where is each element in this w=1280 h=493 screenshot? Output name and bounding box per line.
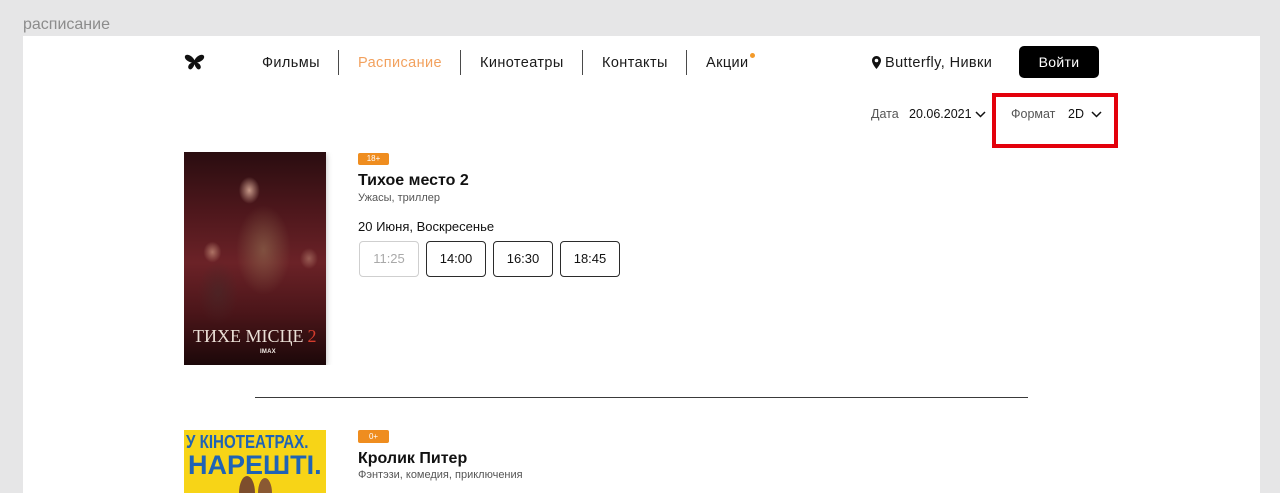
nav-item-cinemas[interactable]: Кинотеатры (480, 44, 564, 82)
movie-card: У КІНОТЕАТРАХ. НАРЕШТІ. 0+ Кролик Питер … (184, 430, 1028, 493)
page: расписание Фильмы Расписание Кинотеатры … (0, 0, 1280, 493)
site-header: Фильмы Расписание Кинотеатры Контакты Ак… (180, 44, 1104, 82)
nav-item-label: Акции (706, 55, 749, 71)
movie-genres: Фэнтэзи, комедия, приключения (358, 469, 523, 481)
butterfly-icon[interactable] (184, 54, 205, 71)
nav-item-label: Фильмы (262, 55, 320, 71)
nav-item-schedule[interactable]: Расписание (358, 44, 442, 82)
movie-card: ТИХЕ МІСЦЕ 2 IMAX 18+ Тихое место 2 Ужасы… (184, 152, 1028, 365)
session-button: 11:25 (359, 241, 419, 277)
map-pin-icon (872, 56, 881, 69)
poster-title: ТИХЕ МІСЦЕ 2 (193, 327, 317, 345)
format-label: Формат (1011, 107, 1056, 121)
poster-format-mark: IMAX (260, 349, 276, 355)
session-date: 20 Июня, Воскресенье (358, 219, 495, 234)
chevron-down-icon (975, 111, 986, 118)
nav-divider (582, 50, 583, 75)
movie-divider (255, 397, 1028, 398)
chevron-down-icon (1091, 111, 1102, 118)
nav-item-label: Контакты (602, 55, 668, 71)
session-list: 11:25 14:00 16:30 18:45 (359, 241, 620, 277)
session-button[interactable]: 16:30 (493, 241, 553, 277)
location-label: Butterfly, Нивки (885, 55, 993, 71)
movie-genres: Ужасы, триллер (358, 192, 440, 204)
nav-item-label: Кинотеатры (480, 55, 564, 71)
poster-text-line-2: НАРЕШТІ. (188, 450, 322, 480)
nav-item-films[interactable]: Фильмы (262, 44, 320, 82)
location-selector[interactable]: Butterfly, Нивки (872, 44, 992, 82)
movie-poster[interactable]: У КІНОТЕАТРАХ. НАРЕШТІ. (184, 430, 326, 493)
date-label: Дата (871, 107, 899, 121)
nav-divider (338, 50, 339, 75)
session-button[interactable]: 18:45 (560, 241, 620, 277)
format-select[interactable]: Формат 2D (1008, 100, 1104, 128)
poster-title-text: ТИХЕ МІСЦЕ (193, 326, 304, 346)
poster-rabbit-ear (258, 478, 272, 493)
age-rating-badge: 18+ (358, 153, 389, 165)
movie-title[interactable]: Кролик Питер (358, 449, 467, 469)
schedule-filters: Дата 20.06.2021 Формат 2D (866, 93, 1118, 148)
nav-item-contacts[interactable]: Контакты (602, 44, 668, 82)
format-value: 2D (1068, 107, 1084, 121)
nav-item-label: Расписание (358, 55, 442, 71)
session-button[interactable]: 14:00 (426, 241, 486, 277)
movie-title[interactable]: Тихое место 2 (358, 171, 469, 191)
schedule-page-panel: Фильмы Расписание Кинотеатры Контакты Ак… (23, 36, 1260, 493)
age-rating-badge: 0+ (358, 430, 389, 443)
nav-divider (460, 50, 461, 75)
login-button[interactable]: Войти (1019, 46, 1099, 78)
date-value: 20.06.2021 (909, 107, 972, 121)
frame-label: расписание (23, 16, 110, 33)
nav-item-promotions[interactable]: Акции (706, 44, 755, 82)
poster-text-line-1: У КІНОТЕАТРАХ. (186, 432, 309, 452)
date-select[interactable]: Дата 20.06.2021 (868, 100, 988, 128)
notification-dot (749, 53, 755, 58)
poster-title-number: 2 (307, 326, 317, 346)
movie-poster[interactable]: ТИХЕ МІСЦЕ 2 IMAX (184, 152, 326, 365)
nav-divider (686, 50, 687, 75)
